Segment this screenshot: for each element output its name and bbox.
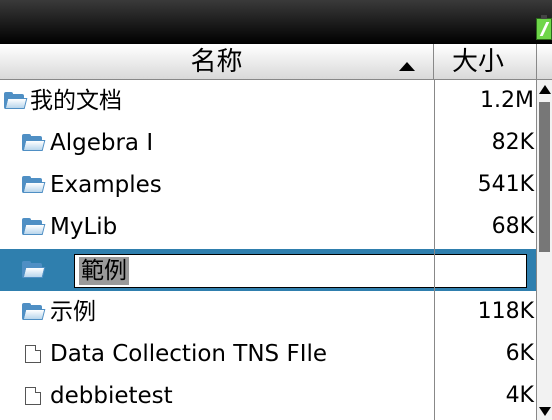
column-divider [434,80,435,420]
file-size: 1.2M [480,88,534,113]
battery-icon [536,15,552,40]
sort-ascending-icon[interactable] [399,62,415,71]
file-name: 示例 [50,299,96,325]
extra-column-header [536,44,552,79]
file-name: MyLib [50,214,118,240]
rename-input-value: 範例 [79,257,129,285]
list-item[interactable]: debbietest 4K [0,375,536,417]
file-size: 6K [505,341,534,366]
name-column-label: 名称 [190,47,243,77]
vertical-scrollbar[interactable] [536,80,552,420]
file-size: 82K [491,130,534,155]
size-column-label: 大小 [452,47,505,77]
document-icon [25,387,41,405]
folder-icon [22,218,46,235]
scrollbar-thumb[interactable] [539,102,550,252]
file-name: debbietest [50,383,173,409]
column-header: 名称 大小 [0,44,552,80]
file-name: Algebra I [50,130,154,156]
list-item-root-folder[interactable]: 我的文档 1.2M [0,80,536,122]
list-item[interactable]: Algebra I 82K [0,122,536,164]
scroll-down-arrow-icon[interactable] [537,404,552,418]
list-item[interactable]: Data Collection TNS FIle 6K [0,333,536,375]
rename-input[interactable]: 範例 [74,254,527,288]
scroll-up-arrow-icon[interactable] [537,82,552,98]
file-size: 541K [477,172,534,197]
folder-icon [22,261,46,278]
file-name: Data Collection TNS FIle [50,341,328,367]
file-name: 我的文档 [30,88,122,114]
list-item[interactable]: Examples 541K [0,164,536,206]
file-size: 68K [491,214,534,239]
name-column-header[interactable]: 名称 [0,44,434,79]
folder-icon [22,176,46,193]
size-column-header[interactable]: 大小 [434,44,536,79]
file-name: Examples [50,172,162,198]
file-size: 118K [477,299,534,324]
list-item[interactable]: 示例 118K [0,291,536,333]
title-bar [0,0,552,44]
folder-icon [22,303,46,320]
file-size: 4K [505,383,534,408]
list-item[interactable]: MyLib 68K [0,206,536,248]
document-icon [25,345,41,363]
folder-icon [4,92,28,109]
folder-icon [22,134,46,151]
